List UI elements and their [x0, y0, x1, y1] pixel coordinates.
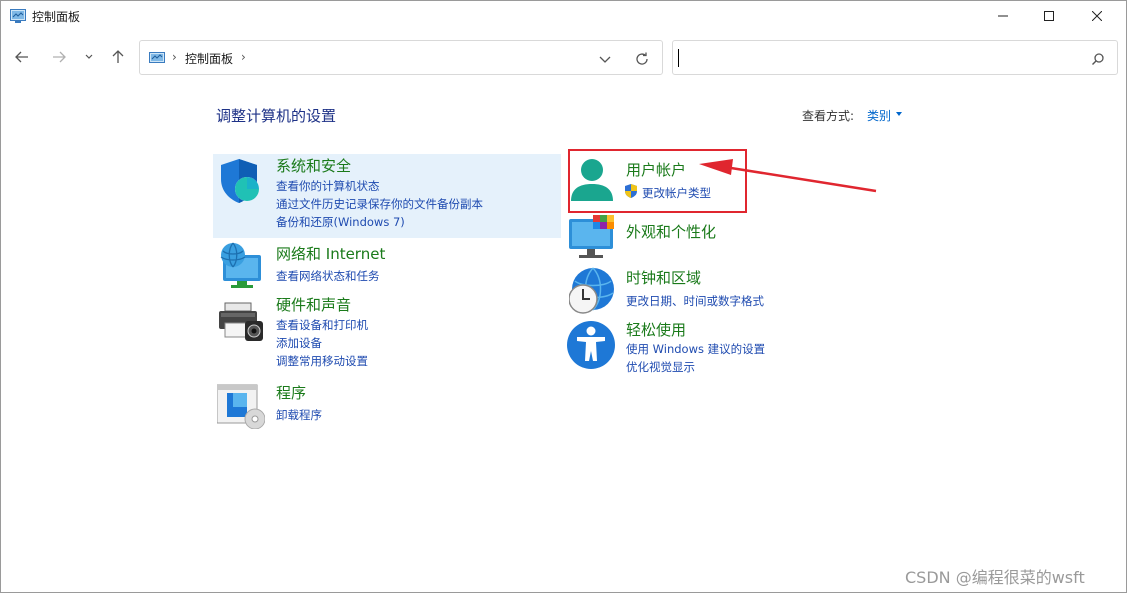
- maximize-button[interactable]: [1026, 1, 1072, 31]
- printer-icon: [219, 302, 263, 341]
- monitor-palette-icon: [569, 215, 614, 258]
- recent-locations-button[interactable]: [81, 44, 97, 70]
- breadcrumb-separator[interactable]: ›: [172, 50, 177, 64]
- link-change-date-time-format[interactable]: 更改日期、时间或数字格式: [626, 293, 764, 309]
- category-title[interactable]: 时钟和区域: [626, 267, 701, 288]
- back-button[interactable]: [11, 44, 33, 70]
- refresh-icon[interactable]: [634, 51, 650, 67]
- close-button[interactable]: [1074, 1, 1120, 31]
- link-add-device[interactable]: 添加设备: [276, 335, 322, 351]
- annotation-arrow-icon: [699, 159, 877, 193]
- link-network-status[interactable]: 查看网络状态和任务: [276, 268, 380, 284]
- maximize-icon: [1044, 11, 1054, 21]
- category-title[interactable]: 硬件和声音: [276, 294, 351, 315]
- link-devices-printers[interactable]: 查看设备和打印机: [276, 317, 368, 333]
- up-button[interactable]: [107, 44, 129, 70]
- link-mobility-settings[interactable]: 调整常用移动设置: [276, 353, 368, 369]
- network-globe-icon: [220, 242, 261, 288]
- text-caret: [678, 49, 679, 67]
- caret-down-icon[interactable]: [896, 112, 902, 116]
- search-icon[interactable]: [1091, 52, 1105, 66]
- page-title: 调整计算机的设置: [216, 107, 337, 125]
- link-backup-restore[interactable]: 备份和还原(Windows 7): [276, 214, 405, 230]
- category-title[interactable]: 网络和 Internet: [276, 243, 385, 264]
- shield-icon: [221, 159, 259, 203]
- link-file-history[interactable]: 通过文件历史记录保存你的文件备份副本: [276, 196, 483, 212]
- view-by-label: 查看方式:: [802, 109, 855, 123]
- breadcrumb-separator[interactable]: ›: [241, 50, 246, 64]
- chevron-down-icon[interactable]: [598, 52, 612, 66]
- arrow-left-icon: [15, 51, 28, 63]
- link-view-computer-status[interactable]: 查看你的计算机状态: [276, 178, 380, 194]
- category-title[interactable]: 轻松使用: [626, 319, 686, 340]
- link-windows-recommended-settings[interactable]: 使用 Windows 建议的设置: [626, 341, 765, 357]
- category-title[interactable]: 外观和个性化: [626, 221, 716, 242]
- address-bar[interactable]: › 控制面板 ›: [139, 40, 663, 75]
- control-panel-window: 控制面板 › 控制面板 › 调整计算机的设置 查看方式: 类别 系统和安全 查看…: [0, 0, 1127, 593]
- search-input[interactable]: [681, 47, 1081, 69]
- accessibility-icon: [567, 321, 615, 369]
- category-title[interactable]: 程序: [276, 382, 306, 403]
- globe-clock-icon: [569, 267, 614, 314]
- window-title: 控制面板: [32, 10, 81, 24]
- link-uninstall-program[interactable]: 卸载程序: [276, 407, 322, 423]
- forward-button[interactable]: [48, 44, 70, 70]
- close-icon: [1092, 11, 1102, 21]
- category-title[interactable]: 系统和安全: [276, 155, 351, 176]
- link-optimize-visual-display[interactable]: 优化视觉显示: [626, 359, 695, 375]
- title-bar: 控制面板: [1, 1, 1126, 31]
- minimize-button[interactable]: [980, 1, 1026, 31]
- programs-disc-icon: [217, 384, 265, 429]
- minimize-icon: [998, 15, 1008, 17]
- search-box[interactable]: [672, 40, 1118, 75]
- chevron-down-icon: [85, 54, 93, 59]
- arrow-up-icon: [112, 50, 124, 63]
- control-panel-icon: [10, 9, 26, 23]
- view-by-dropdown[interactable]: 类别: [867, 107, 891, 124]
- watermark: CSDN @编程很菜的wsft: [905, 568, 1085, 587]
- breadcrumb-control-panel[interactable]: 控制面板: [185, 50, 233, 67]
- arrow-right-icon: [53, 51, 66, 63]
- control-panel-icon: [149, 52, 165, 63]
